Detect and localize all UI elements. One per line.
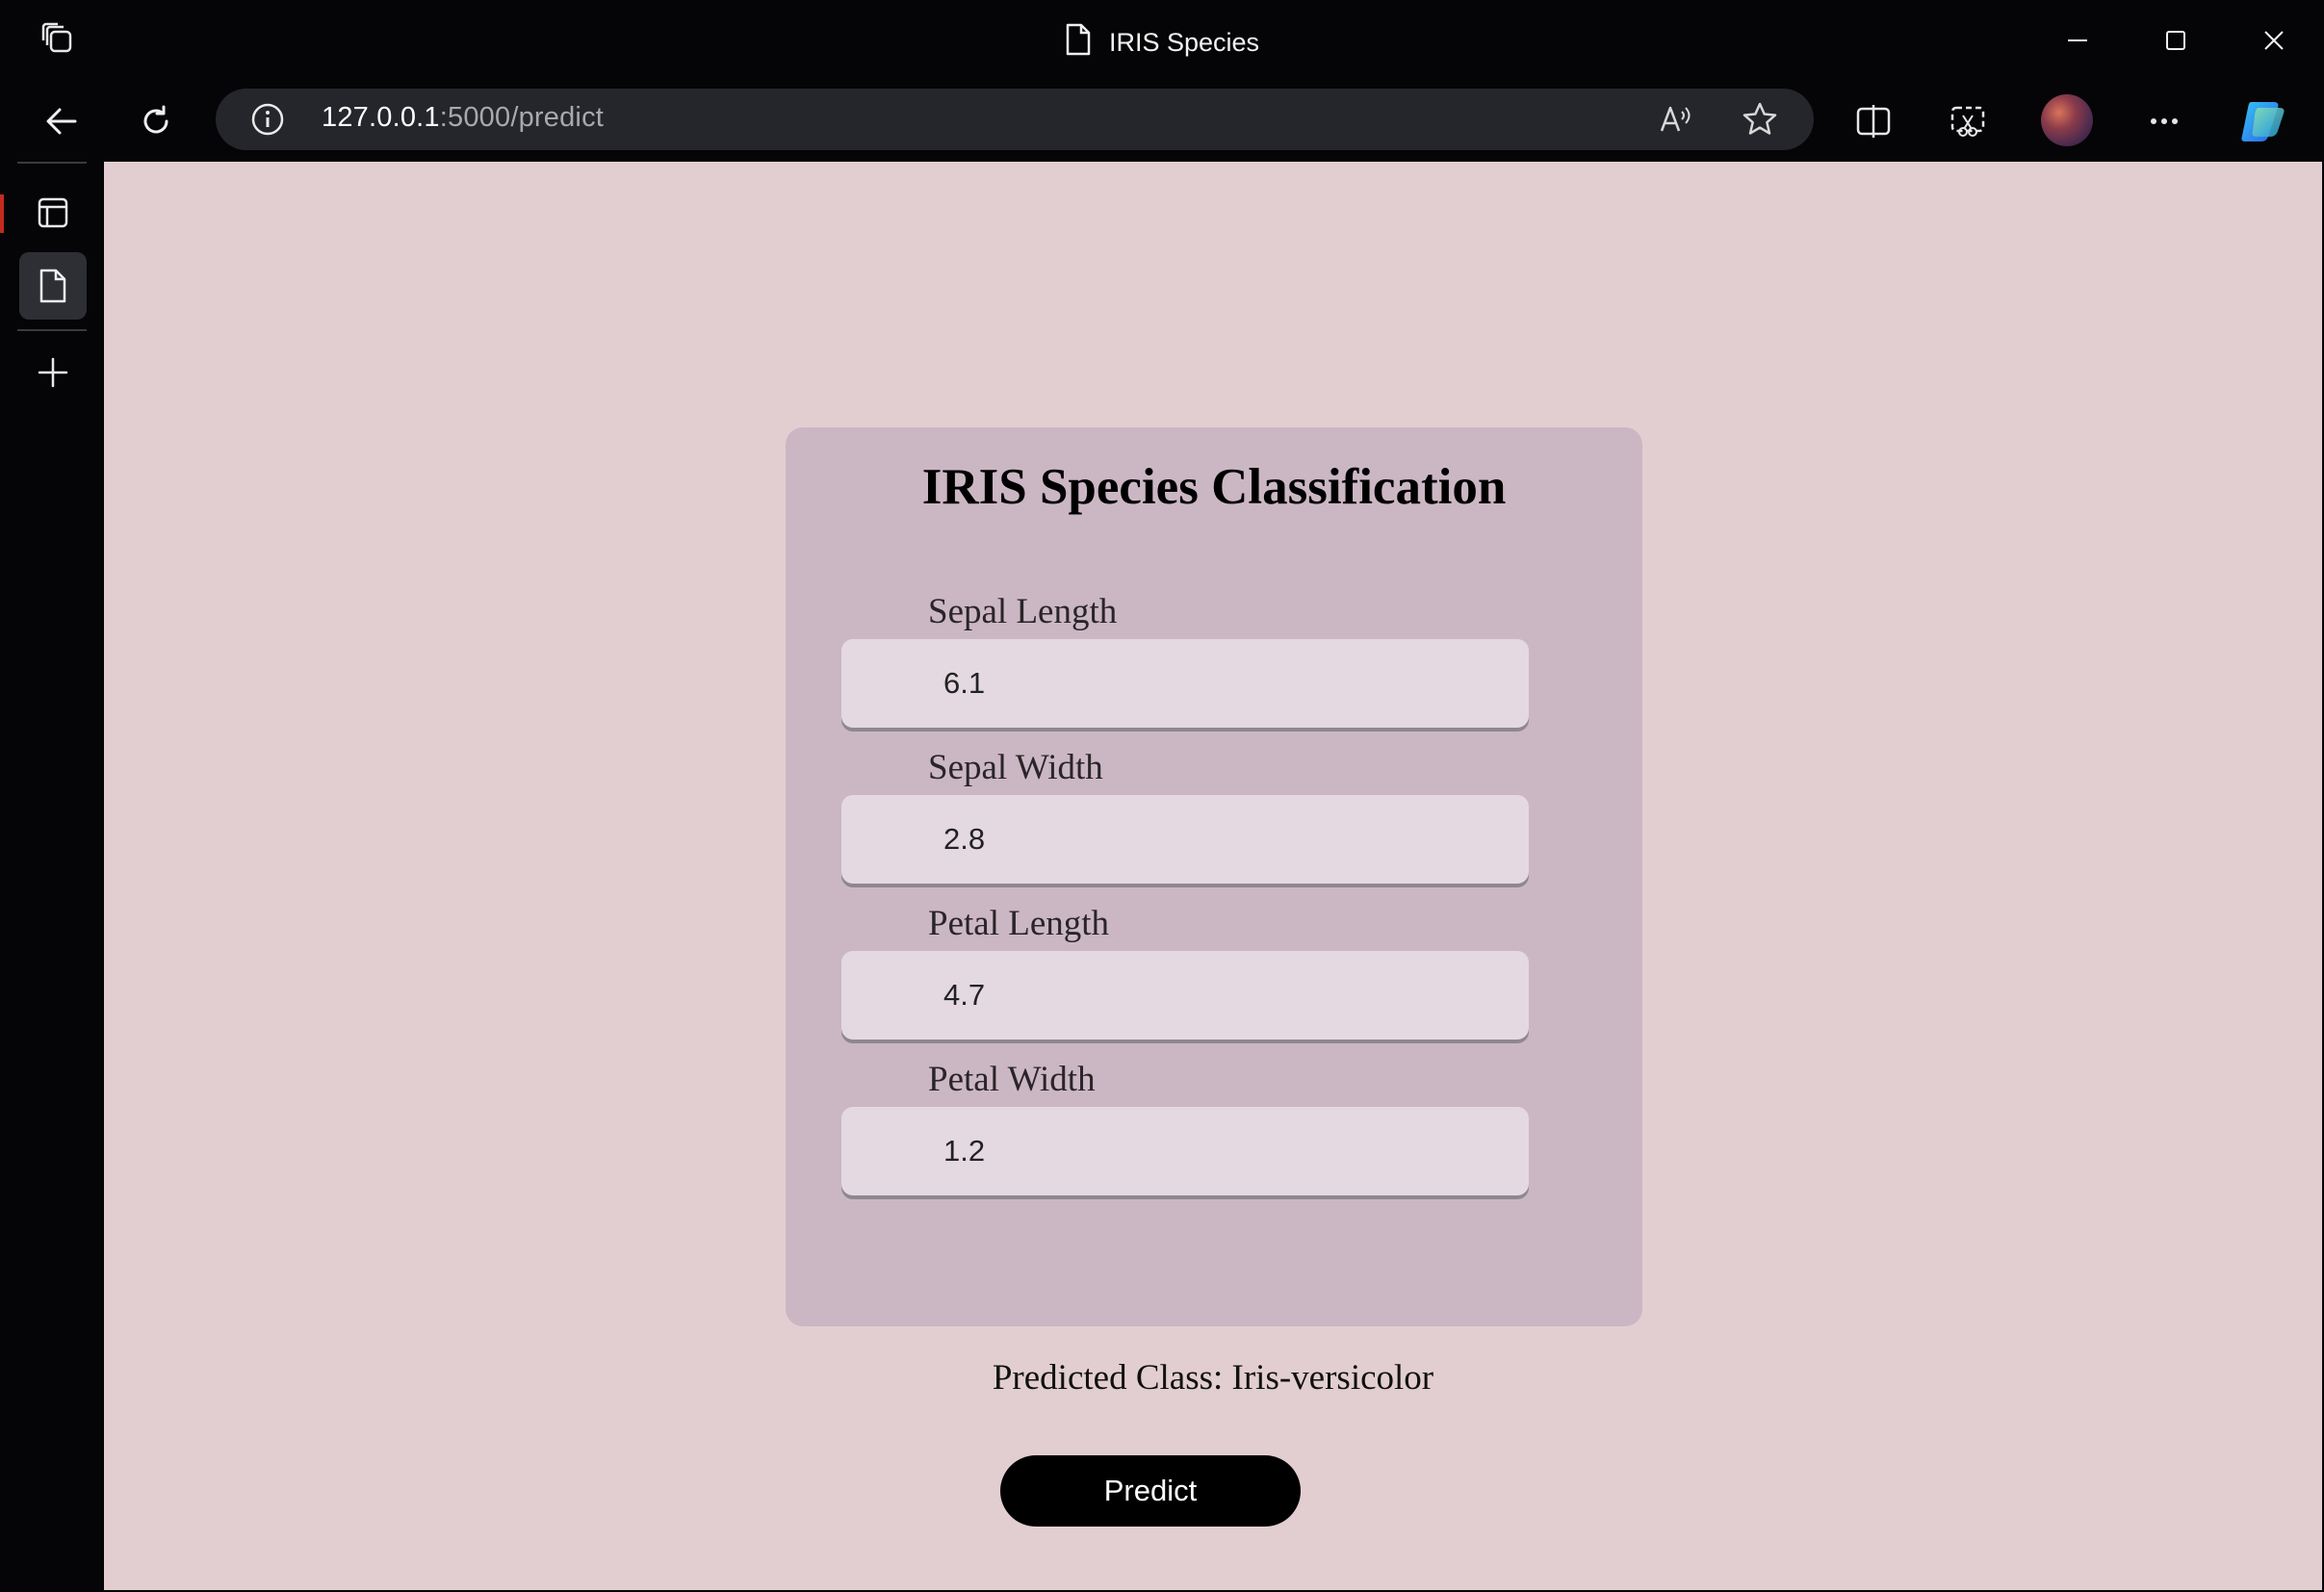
prediction-form-card: IRIS Species Classification Sepal Length… <box>786 427 1642 1326</box>
petal-length-input[interactable] <box>841 951 1529 1040</box>
maximize-button[interactable] <box>2155 19 2197 62</box>
plus-icon <box>38 357 68 388</box>
tab-title: IRIS Species <box>1108 28 1260 57</box>
back-button[interactable] <box>35 94 89 148</box>
read-aloud-icon[interactable] <box>1656 100 1694 139</box>
back-arrow-icon <box>46 108 77 135</box>
avatar[interactable] <box>2041 94 2093 146</box>
predict-button[interactable]: Predict <box>1000 1455 1301 1527</box>
new-tab-button[interactable] <box>19 339 87 406</box>
page-title: IRIS Species Classification <box>921 459 1507 515</box>
reload-icon <box>143 105 168 134</box>
sepal-width-input[interactable] <box>841 795 1529 884</box>
close-button[interactable] <box>2253 19 2295 62</box>
sepal-length-input[interactable] <box>841 639 1529 728</box>
tab-indicator <box>0 194 4 233</box>
petal-length-label: Petal Length <box>928 904 1110 943</box>
title-bar: IRIS Species <box>0 0 2324 81</box>
more-icon[interactable] <box>2137 94 2191 148</box>
tab-actions-button[interactable] <box>19 179 87 246</box>
star-icon[interactable] <box>1741 100 1779 139</box>
reload-button[interactable] <box>129 94 183 148</box>
url-text[interactable]: 127.0.0.1:5000/predict <box>322 102 604 134</box>
minimize-button[interactable] <box>2056 19 2099 62</box>
prediction-result: Predicted Class: Iris-versicolor <box>992 1358 1434 1398</box>
document-icon <box>1065 23 1092 63</box>
vertical-tab-sidebar <box>0 162 102 1592</box>
browser-window: IRIS Species 127.0.0.1:5000/predict IRIS… <box>0 0 2324 1592</box>
url-path: :5000/predict <box>439 102 605 133</box>
sidebar-divider <box>17 329 87 331</box>
screenshot-icon[interactable] <box>1941 94 1995 148</box>
petal-width-input[interactable] <box>841 1107 1529 1195</box>
info-icon[interactable] <box>250 102 285 137</box>
sidebar-tab-current-page[interactable] <box>19 252 87 320</box>
split-screen-icon[interactable] <box>1846 94 1900 148</box>
page-viewport: IRIS Species Classification Sepal Length… <box>104 162 2322 1590</box>
sepal-length-label: Sepal Length <box>928 592 1118 631</box>
petal-width-label: Petal Width <box>928 1060 1096 1099</box>
address-bar[interactable]: 127.0.0.1:5000/predict <box>216 89 1814 150</box>
sidebar-divider <box>17 162 87 164</box>
tab-actions-icon <box>38 197 68 228</box>
url-host: 127.0.0.1 <box>322 102 440 133</box>
copilot-icon[interactable] <box>2235 94 2289 148</box>
document-icon <box>39 269 66 303</box>
window-title: IRIS Species <box>0 23 2324 63</box>
sepal-width-label: Sepal Width <box>928 748 1103 787</box>
